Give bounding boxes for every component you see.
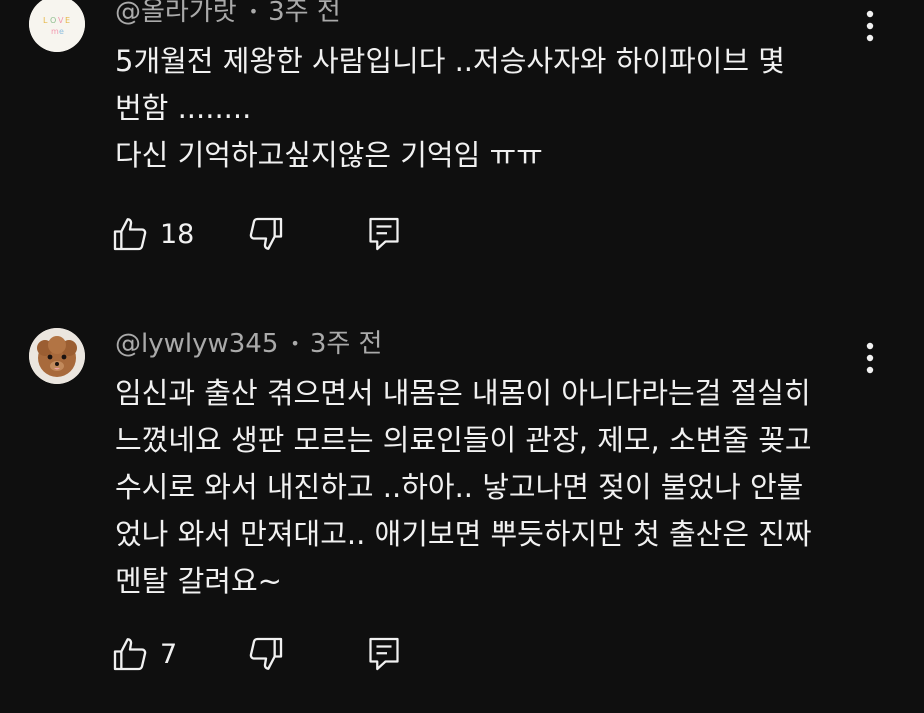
- reply-button[interactable]: [366, 630, 402, 678]
- reply-comment-icon: [369, 217, 399, 251]
- svg-text:O: O: [50, 16, 56, 25]
- comment-text-line: 었나 와서 만져대고.. 애기보면 뿌듯하지만 첫 출산은 진짜: [115, 517, 812, 551]
- avatar[interactable]: [29, 328, 85, 384]
- comment-text-line: 다신 기억하고싶지않은 기억임 ㅠㅠ: [115, 138, 543, 172]
- avatar[interactable]: L O V E m e: [29, 0, 85, 52]
- dog-avatar-image: [29, 328, 85, 384]
- thumbs-up-icon: [113, 218, 147, 251]
- reply-comment-icon: [369, 637, 399, 671]
- thumbs-down-icon: [249, 217, 283, 250]
- meta-separator: •: [290, 334, 300, 353]
- like-button[interactable]: 18: [110, 210, 194, 258]
- love-me-logo: L O V E m e: [29, 0, 85, 52]
- comment-meta: @올라가랏 • 3주 전: [115, 0, 341, 32]
- like-count: 18: [160, 218, 195, 250]
- author-name[interactable]: @올라가랏: [115, 0, 237, 27]
- comment-text: 5개월전 제왕한 사람입니다 ..저승사자와 하이파이브 몇 번함 ......…: [115, 38, 875, 179]
- comment-text-line: 임신과 출산 겪으면서 내몸은 내몸이 아니다라는걸 절실히: [115, 376, 811, 410]
- comment-meta: @lywlyw345 • 3주 전: [115, 324, 382, 364]
- like-button[interactable]: 7: [110, 630, 177, 678]
- svg-text:L: L: [43, 16, 48, 25]
- thumbs-up-icon: [113, 638, 147, 671]
- svg-text:e: e: [59, 27, 64, 36]
- author-name[interactable]: @lywlyw345: [115, 329, 278, 359]
- comment-text-line: 5개월전 제왕한 사람입니다 ..저승사자와 하이파이브 몇: [115, 44, 785, 78]
- comment-actions: 7: [110, 630, 430, 678]
- comment-text: 임신과 출산 겪으면서 내몸은 내몸이 아니다라는걸 절실히 느꼈네요 생판 모…: [115, 370, 875, 605]
- comment-time[interactable]: 3주 전: [268, 0, 341, 27]
- comment-text-line: 수시로 와서 내진하고 ..하아.. 낳고나면 젖이 불었나 안불: [115, 470, 804, 504]
- thumbs-down-icon: [249, 637, 283, 670]
- comment-text-line: 번함 ........: [115, 91, 252, 125]
- meta-separator: •: [248, 2, 259, 21]
- svg-text:m: m: [51, 27, 59, 36]
- dislike-button[interactable]: [246, 630, 286, 678]
- comment-text-line: 느꼈네요 생판 모르는 의료인들이 관장, 제모, 소변줄 꽂고: [115, 423, 812, 457]
- svg-text:E: E: [65, 16, 70, 25]
- comment-time[interactable]: 3주 전: [310, 329, 383, 359]
- svg-text:V: V: [58, 16, 64, 25]
- like-count: 7: [160, 638, 178, 670]
- comment-text-line: 멘탈 갈려요~: [115, 564, 282, 598]
- comment-actions: 18: [110, 210, 430, 258]
- dislike-button[interactable]: [246, 210, 286, 258]
- reply-button[interactable]: [366, 210, 402, 258]
